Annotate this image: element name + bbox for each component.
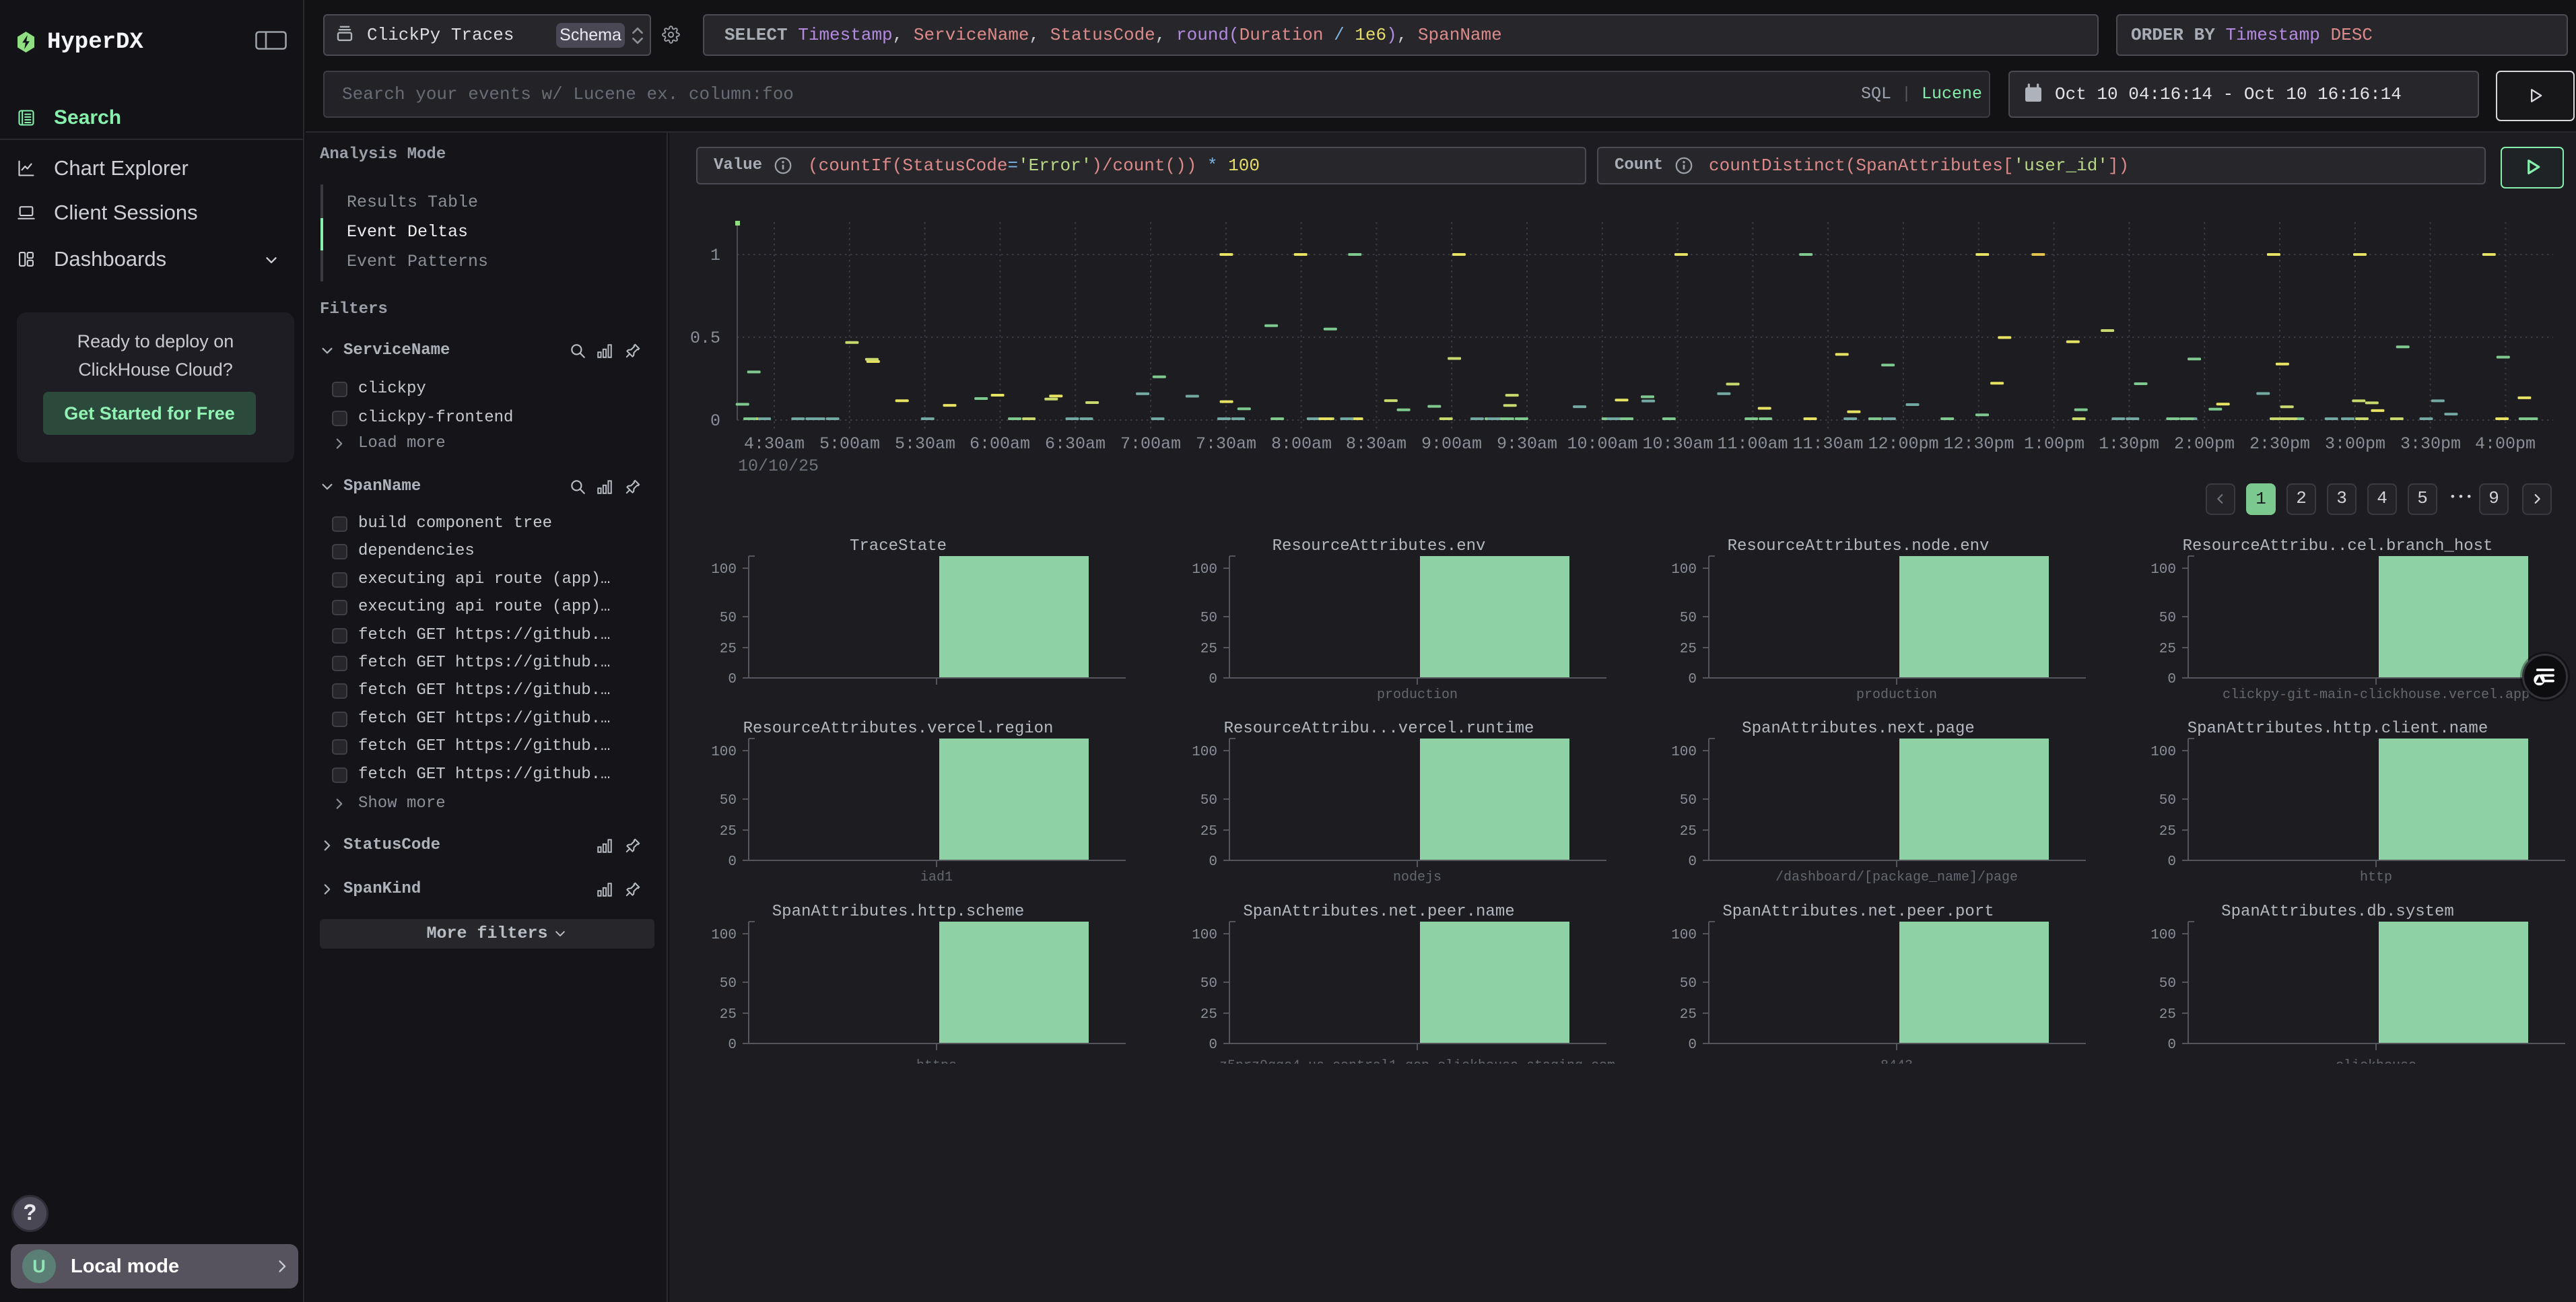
svg-text:3:30pm: 3:30pm: [2400, 434, 2461, 454]
svg-text:50: 50: [1200, 976, 1217, 992]
svg-text:25: 25: [1200, 642, 1217, 657]
svg-text:100: 100: [2150, 562, 2176, 578]
svg-text:7:00am: 7:00am: [1120, 434, 1181, 454]
svg-text:8:30am: 8:30am: [1346, 434, 1406, 454]
svg-text:5:30am: 5:30am: [895, 434, 955, 454]
svg-text:50: 50: [720, 611, 737, 626]
svg-text:10:30am: 10:30am: [1642, 434, 1713, 454]
svg-text:0: 0: [1209, 1037, 1217, 1053]
svg-text:clickhouse: clickhouse: [2336, 1058, 2416, 1064]
svg-text:4:30am: 4:30am: [744, 434, 805, 454]
svg-text:100: 100: [1192, 928, 1217, 943]
svg-text:1:30pm: 1:30pm: [2099, 434, 2159, 454]
svg-text:production: production: [1377, 687, 1458, 703]
svg-text:100: 100: [2150, 745, 2176, 760]
svg-text:100: 100: [1671, 928, 1697, 943]
svg-text:SpanAttributes.http.client.nam: SpanAttributes.http.client.name: [2188, 720, 2488, 738]
svg-text:SpanAttributes.net.peer.name: SpanAttributes.net.peer.name: [1243, 903, 1514, 921]
svg-text:SpanAttributes.db.system: SpanAttributes.db.system: [2221, 903, 2454, 921]
svg-text:1:00pm: 1:00pm: [2024, 434, 2084, 454]
svg-text:100: 100: [1671, 562, 1697, 578]
svg-text:100: 100: [2150, 928, 2176, 943]
svg-text:0: 0: [2167, 1037, 2176, 1053]
svg-text:50: 50: [720, 793, 737, 809]
svg-text:0: 0: [728, 1037, 737, 1053]
svg-text:ResourceAttribu...vercel.runti: ResourceAttribu...vercel.runtime: [1224, 720, 1534, 738]
svg-text:50: 50: [720, 976, 737, 992]
svg-text:z5prz9ggc4.us-central1.gcp.cli: z5prz9ggc4.us-central1.gcp.clickhouse-st…: [1219, 1058, 1615, 1064]
svg-text:0: 0: [1209, 672, 1217, 687]
svg-text:50: 50: [1680, 976, 1697, 992]
svg-text:1: 1: [710, 246, 720, 265]
svg-text:25: 25: [720, 642, 737, 657]
svg-text:100: 100: [1671, 745, 1697, 760]
svg-text:50: 50: [1200, 793, 1217, 809]
svg-text:3:00pm: 3:00pm: [2325, 434, 2385, 454]
svg-text:0: 0: [1209, 854, 1217, 870]
svg-text:0: 0: [728, 672, 737, 687]
svg-text:0: 0: [2167, 854, 2176, 870]
svg-text:nodejs: nodejs: [1393, 870, 1442, 885]
svg-text:2:00pm: 2:00pm: [2174, 434, 2235, 454]
svg-text:5:00am: 5:00am: [819, 434, 880, 454]
svg-text:50: 50: [1200, 611, 1217, 626]
svg-text:clickpy-git-main-clickhouse.ve: clickpy-git-main-clickhouse.vercel.app: [2223, 687, 2530, 703]
svg-text:12:30pm: 12:30pm: [1943, 434, 2014, 454]
svg-text:100: 100: [1192, 562, 1217, 578]
svg-text:25: 25: [2159, 642, 2176, 657]
svg-text:100: 100: [711, 562, 737, 578]
svg-text:8443: 8443: [1880, 1058, 1913, 1064]
svg-text:0: 0: [1688, 1037, 1697, 1053]
svg-text:0: 0: [728, 854, 737, 870]
svg-text:ResourceAttributes.vercel.regi: ResourceAttributes.vercel.region: [743, 720, 1054, 738]
svg-text:50: 50: [1680, 611, 1697, 626]
svg-text:11:30am: 11:30am: [1792, 434, 1863, 454]
svg-text:50: 50: [2159, 793, 2176, 809]
svg-text:8:00am: 8:00am: [1271, 434, 1332, 454]
svg-text:4:00pm: 4:00pm: [2475, 434, 2536, 454]
svg-text:11:00am: 11:00am: [1717, 434, 1788, 454]
svg-text:25: 25: [1680, 1007, 1697, 1023]
svg-text:production: production: [1856, 687, 1937, 703]
svg-text:50: 50: [2159, 976, 2176, 992]
svg-text:TraceState: TraceState: [850, 537, 947, 555]
svg-text:ResourceAttributes.env: ResourceAttributes.env: [1273, 537, 1486, 555]
svg-text:25: 25: [720, 824, 737, 840]
svg-text:25: 25: [1200, 824, 1217, 840]
svg-text:SpanAttributes.net.peer.port: SpanAttributes.net.peer.port: [1722, 903, 1994, 921]
svg-text:50: 50: [1680, 793, 1697, 809]
svg-text:100: 100: [1192, 745, 1217, 760]
svg-text:SpanAttributes.next.page: SpanAttributes.next.page: [1742, 720, 1975, 738]
svg-text:0.5: 0.5: [690, 329, 720, 348]
svg-text:50: 50: [2159, 611, 2176, 626]
svg-text:7:30am: 7:30am: [1196, 434, 1256, 454]
svg-text:25: 25: [720, 1007, 737, 1023]
svg-text:25: 25: [2159, 824, 2176, 840]
svg-text:25: 25: [1680, 824, 1697, 840]
svg-text:2:30pm: 2:30pm: [2249, 434, 2310, 454]
svg-text:0: 0: [710, 411, 720, 431]
svg-text:25: 25: [1680, 642, 1697, 657]
svg-text:100: 100: [711, 928, 737, 943]
svg-text:10/10/25: 10/10/25: [738, 456, 819, 476]
svg-text:9:30am: 9:30am: [1497, 434, 1557, 454]
svg-text:/dashboard/[package_name]/page: /dashboard/[package_name]/page: [1775, 870, 2018, 885]
svg-text:25: 25: [1200, 1007, 1217, 1023]
svg-text:6:00am: 6:00am: [970, 434, 1030, 454]
svg-text:http: http: [2360, 870, 2392, 885]
svg-text:https: https: [916, 1058, 957, 1064]
svg-text:10:00am: 10:00am: [1567, 434, 1637, 454]
svg-text:25: 25: [2159, 1007, 2176, 1023]
svg-text:ResourceAttribu..cel.branch_ho: ResourceAttribu..cel.branch_host: [2183, 537, 2493, 555]
svg-text:12:00pm: 12:00pm: [1868, 434, 1938, 454]
svg-text:100: 100: [711, 745, 737, 760]
svg-text:0: 0: [1688, 672, 1697, 687]
svg-text:0: 0: [2167, 672, 2176, 687]
svg-text:iad1: iad1: [920, 870, 953, 885]
svg-text:6:30am: 6:30am: [1045, 434, 1106, 454]
svg-text:0: 0: [1688, 854, 1697, 870]
svg-text:SpanAttributes.http.scheme: SpanAttributes.http.scheme: [772, 903, 1024, 921]
svg-text:9:00am: 9:00am: [1421, 434, 1482, 454]
svg-text:ResourceAttributes.node.env: ResourceAttributes.node.env: [1728, 537, 1990, 555]
